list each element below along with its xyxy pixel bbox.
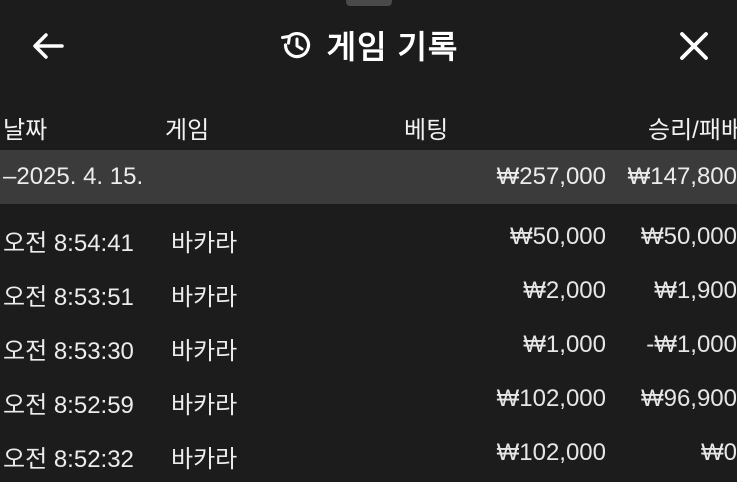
table-row[interactable]: 오전 8:52:59 바카라 ₩102,000 ₩96,900 — [0, 372, 737, 426]
row-time: 오전 8:52:32 — [3, 446, 134, 473]
row-winloss: ₩1,900 — [654, 277, 737, 304]
row-game: 바카라 — [171, 392, 238, 419]
row-game: 바카라 — [171, 446, 238, 473]
group-bet-total: ₩257,000 — [496, 163, 606, 190]
page-title: 게임 기록 — [326, 29, 459, 65]
row-time: 오전 8:53:30 — [3, 338, 134, 365]
row-time: 오전 8:53:51 — [3, 284, 134, 311]
column-date: 날짜 — [3, 117, 48, 144]
row-time: 오전 8:52:59 — [3, 392, 134, 419]
group-date: –2025. 4. 15. — [3, 163, 144, 190]
table-row[interactable]: 오전 8:52:32 바카라 ₩102,000 ₩0 — [0, 426, 737, 480]
table-row[interactable]: 오전 8:54:41 바카라 ₩50,000 ₩50,000 — [0, 210, 737, 264]
history-icon — [280, 31, 310, 59]
row-bet: ₩1,000 — [523, 331, 606, 358]
row-game: 바카라 — [171, 338, 238, 365]
header: 게임 기록 — [0, 0, 737, 90]
row-time: 오전 8:54:41 — [3, 230, 134, 257]
column-bet: 베팅 — [404, 117, 449, 144]
row-bet: ₩102,000 — [496, 385, 606, 412]
row-bet: ₩50,000 — [509, 223, 606, 250]
row-game: 바카라 — [171, 284, 238, 311]
row-winloss: ₩0 — [701, 439, 737, 466]
table-header: 날짜 게임 베팅 승리/패배 — [0, 100, 737, 148]
row-winloss: ₩96,900 — [640, 385, 737, 412]
row-winloss: ₩50,000 — [640, 223, 737, 250]
group-winloss-total: ₩147,800 — [627, 163, 737, 190]
table-row[interactable]: 오전 8:53:30 바카라 ₩1,000 -₩1,000 — [0, 318, 737, 372]
date-group-row[interactable]: –2025. 4. 15. ₩257,000 ₩147,800 — [0, 150, 737, 204]
row-winloss: -₩1,000 — [646, 331, 737, 358]
title-group: 게임 기록 — [0, 22, 737, 68]
close-button[interactable] — [673, 25, 715, 67]
table-row[interactable]: 오전 8:53:51 바카라 ₩2,000 ₩1,900 — [0, 264, 737, 318]
row-game: 바카라 — [171, 230, 238, 257]
column-winloss: 승리/패배 — [648, 117, 737, 144]
row-bet: ₩102,000 — [496, 439, 606, 466]
close-icon — [680, 32, 708, 60]
row-bet: ₩2,000 — [523, 277, 606, 304]
column-game: 게임 — [165, 117, 210, 144]
